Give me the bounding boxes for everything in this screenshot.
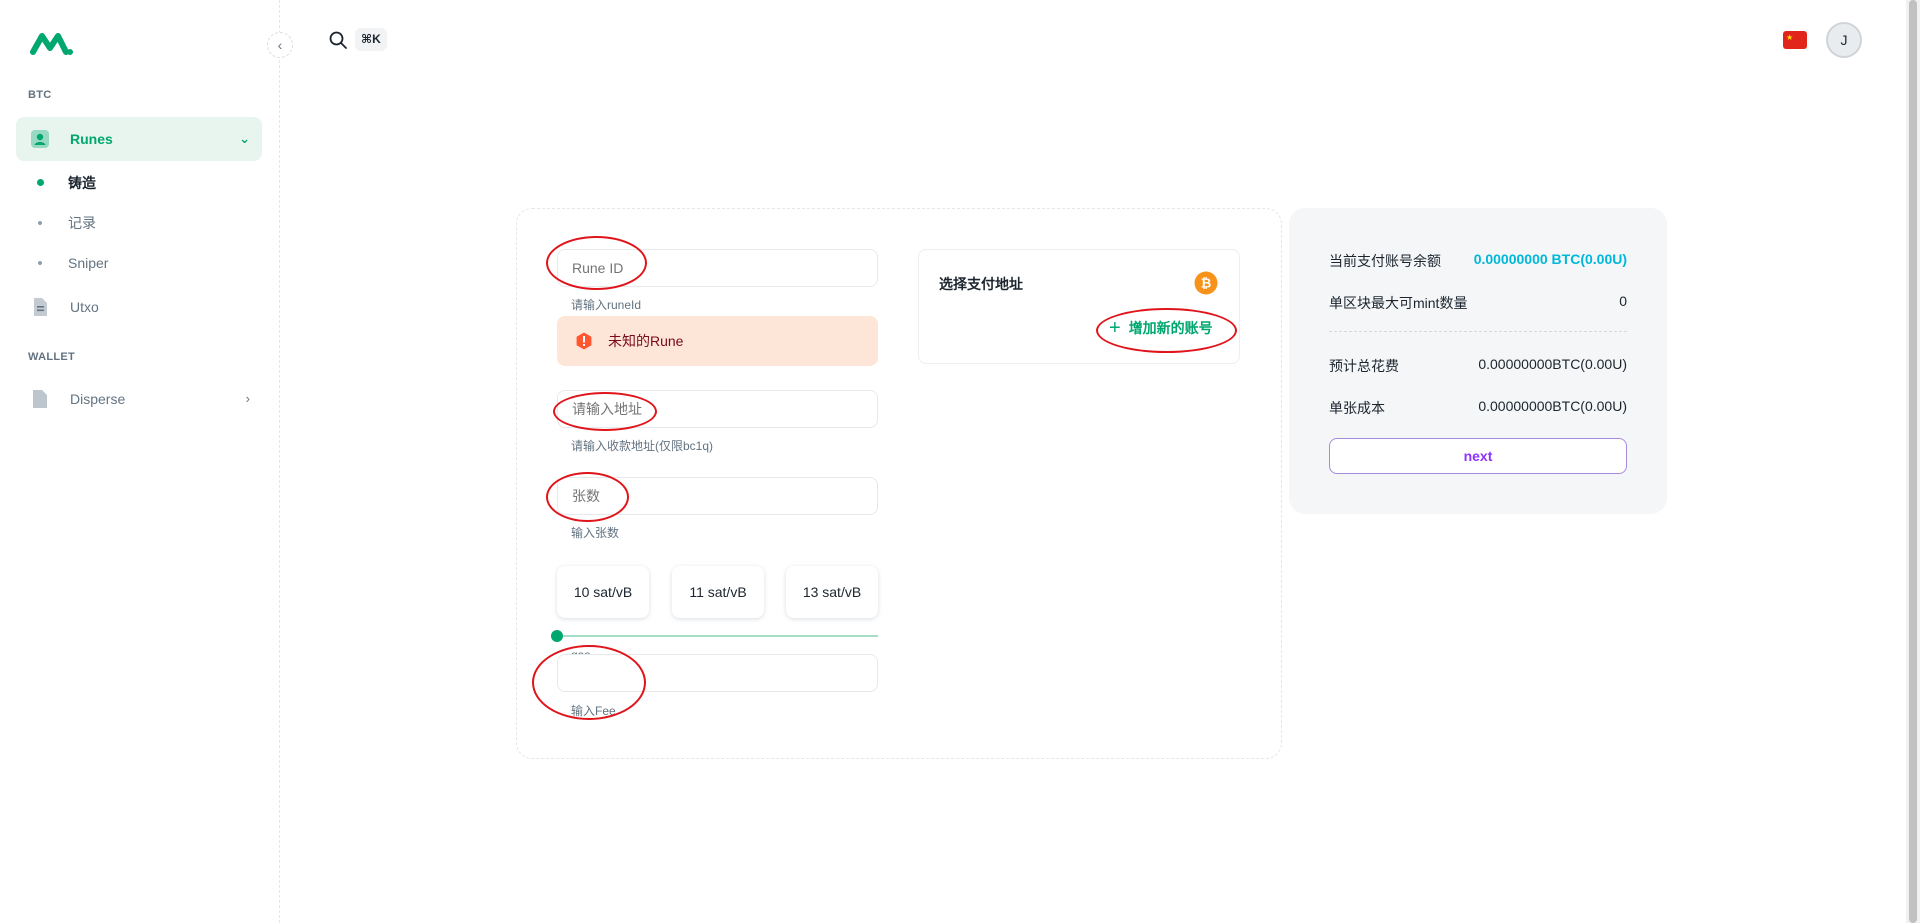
next-button[interactable]: next (1329, 438, 1627, 474)
flag-star-icon: ★ (1786, 33, 1794, 42)
chevron-down-icon: ⌄ (239, 131, 250, 146)
page-scrollbar[interactable] (1906, 0, 1920, 923)
sidebar-subitem-sniper[interactable]: Sniper (16, 245, 262, 281)
sidebar-item-runes[interactable]: Runes ⌄ (16, 117, 262, 161)
unit-cost-label: 单张成本 (1329, 400, 1385, 416)
logo-icon[interactable] (30, 30, 74, 58)
dot-icon (38, 261, 42, 265)
search-shortcut-badge[interactable]: ⌘K (355, 28, 387, 51)
payment-address-title: 选择支付地址 (939, 276, 1023, 292)
unit-cost-row: 单张成本 0.00000000BTC(0.00U) (1329, 398, 1627, 418)
quantity-helper: 输入张数 (571, 526, 620, 540)
total-fee-row: 预计总花费 0.00000000BTC(0.00U) (1329, 356, 1627, 376)
balance-value: 0.00000000 BTC(0.00U) (1473, 251, 1627, 267)
sidebar-item-label: Disperse (70, 391, 126, 407)
unknown-rune-alert: 未知的Rune (557, 316, 878, 366)
annotation-circle-address (553, 392, 657, 431)
sidebar-subitem-mint[interactable]: 铸造 (16, 165, 262, 201)
max-mint-label: 单区块最大可mint数量 (1329, 295, 1468, 311)
nav-section-btc: BTC (28, 89, 52, 101)
sidebar-subitem-label: 记录 (68, 215, 96, 231)
balance-label: 当前支付账号余额 (1329, 253, 1441, 269)
address-helper: 请输入收款地址(仅限bc1q) (571, 439, 714, 453)
max-mint-value: 0 (1619, 293, 1627, 309)
unit-cost-value: 0.00000000BTC(0.00U) (1478, 398, 1627, 414)
sidebar-subitem-label: Sniper (68, 255, 109, 271)
sidebar-item-label: Runes (70, 131, 113, 147)
rune-id-helper: 请输入runeId (571, 298, 642, 312)
fee-slider-thumb[interactable] (551, 630, 563, 642)
warning-icon (576, 332, 592, 350)
balance-row: 当前支付账号余额 0.00000000 BTC(0.00U) (1329, 251, 1627, 271)
total-fee-value: 0.00000000BTC(0.00U) (1478, 356, 1627, 372)
gas-option-13[interactable]: 13 sat/vB (786, 566, 878, 618)
max-mint-row: 单区块最大可mint数量 0 (1329, 293, 1627, 313)
gas-option-10[interactable]: 10 sat/vB (557, 566, 649, 618)
sidebar-item-utxo[interactable]: Utxo (16, 285, 262, 329)
annotation-circle-quantity (546, 472, 629, 522)
annotation-circle-add-account (1096, 308, 1237, 353)
active-dot-icon (37, 179, 44, 186)
summary-divider (1329, 331, 1627, 332)
gas-option-11[interactable]: 11 sat/vB (672, 566, 764, 618)
file-icon (34, 298, 47, 316)
annotation-circle-gas (532, 645, 646, 720)
avatar[interactable]: J (1826, 22, 1862, 58)
annotation-circle-rune-id (546, 236, 647, 290)
search-icon[interactable] (328, 30, 348, 50)
document-icon (33, 390, 47, 408)
sidebar-collapse-button[interactable]: ‹ (267, 32, 293, 58)
fee-slider-track[interactable] (557, 635, 878, 637)
alert-text: 未知的Rune (608, 333, 684, 349)
dot-icon (38, 221, 42, 225)
sidebar-subitem-label: 铸造 (68, 175, 96, 191)
chevron-right-icon: › (245, 391, 250, 406)
bitcoin-icon: ₿ (1194, 271, 1218, 295)
svg-text:₿: ₿ (1201, 277, 1212, 292)
sidebar-item-label: Utxo (70, 299, 99, 315)
nav-section-wallet: WALLET (28, 351, 76, 363)
cn-flag-icon[interactable]: ★ (1783, 31, 1807, 49)
scrollbar-thumb[interactable] (1909, 0, 1917, 923)
sidebar-subitem-records[interactable]: 记录 (16, 205, 262, 241)
user-square-icon (31, 130, 49, 148)
total-fee-label: 预计总花费 (1329, 358, 1399, 374)
sidebar-item-disperse[interactable]: Disperse › (16, 377, 262, 421)
